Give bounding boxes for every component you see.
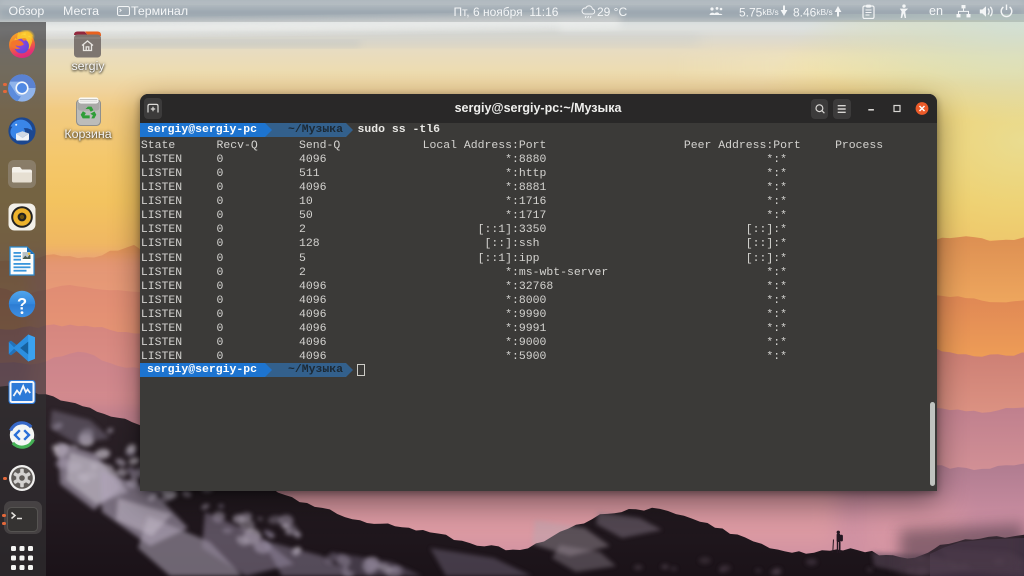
svg-text:?: ? (17, 296, 27, 314)
